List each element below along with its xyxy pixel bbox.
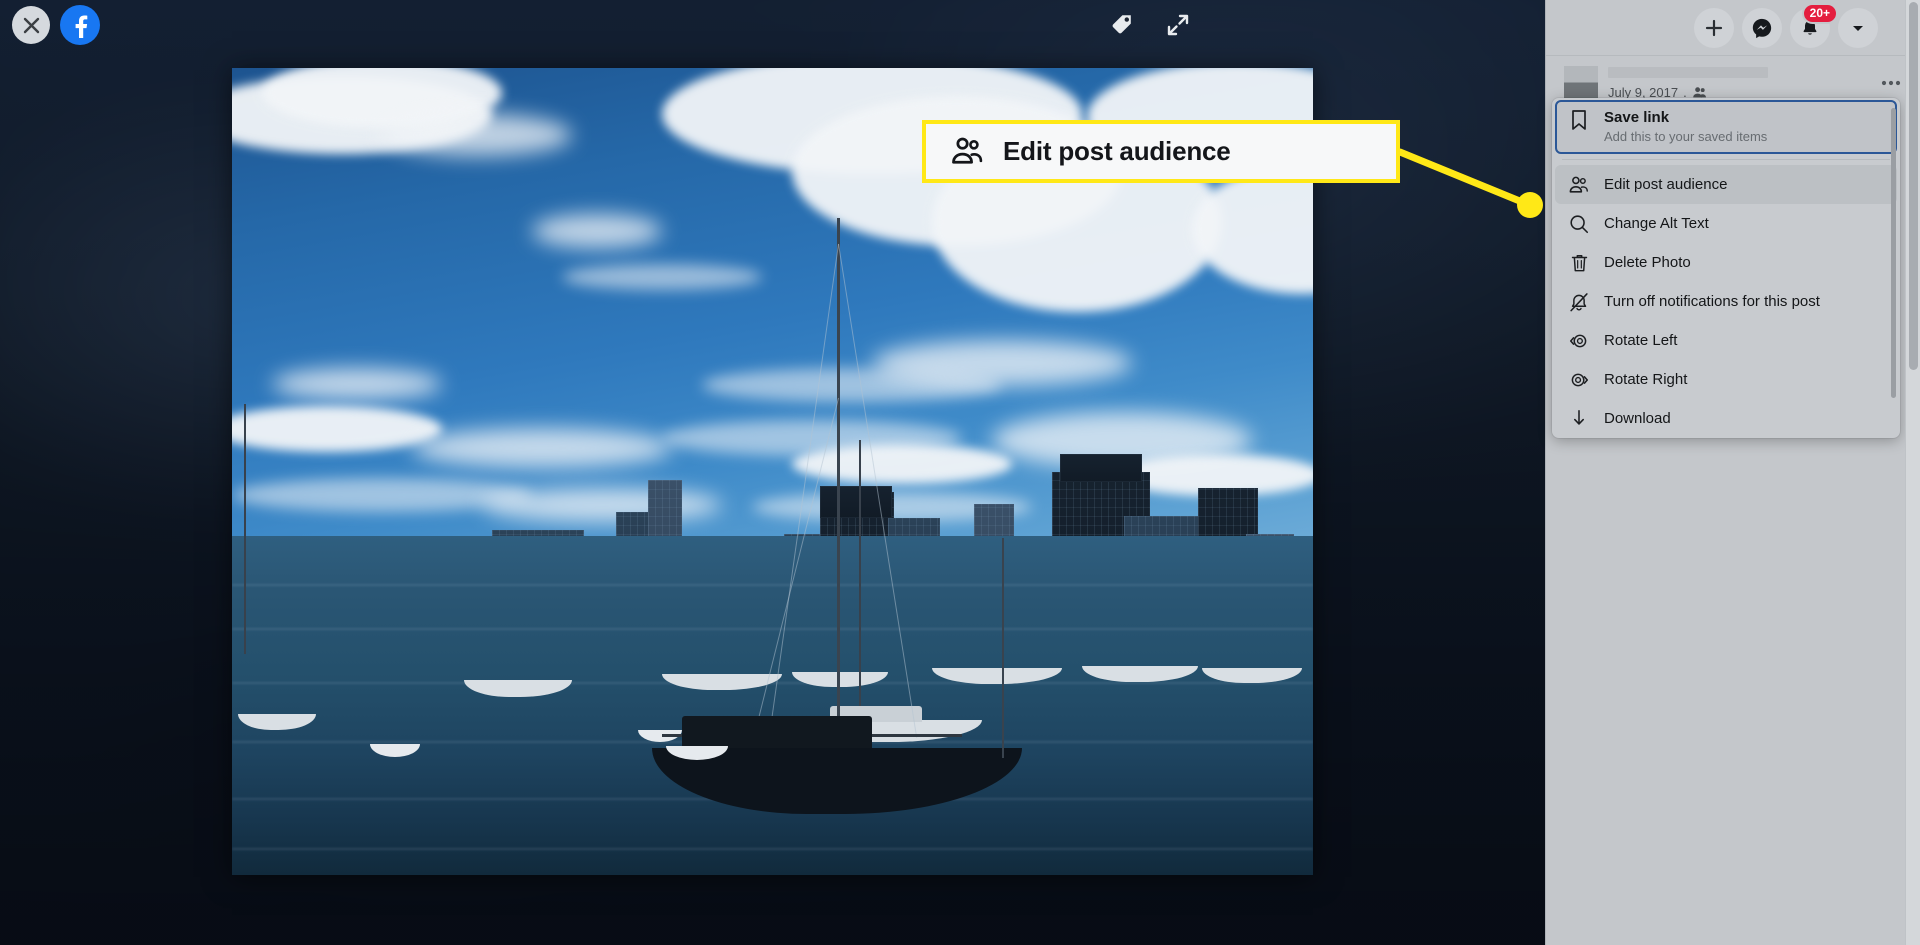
menu-item-label: Save link (1604, 109, 1670, 126)
menu-item-turn-off-notifications[interactable]: Turn off notifications for this post (1555, 282, 1897, 321)
menu-item-label: Edit post audience (1604, 176, 1728, 193)
download-arrow-icon (1567, 407, 1591, 431)
page-scrollbar[interactable] (1905, 0, 1920, 945)
chevron-down-account-icon (1853, 25, 1863, 31)
menu-item-rotate-left[interactable]: Rotate Left (1555, 321, 1897, 360)
menu-item-label: Rotate Right (1604, 371, 1688, 388)
menu-item-label: Rotate Left (1604, 332, 1678, 349)
friends-audience-icon (952, 137, 983, 164)
photo-frame[interactable] (232, 68, 1313, 875)
menu-divider (1562, 159, 1890, 160)
close-photo-button[interactable] (12, 6, 50, 44)
rotate-right-icon (1567, 368, 1591, 392)
friends-audience-icon (1567, 173, 1591, 197)
menu-item-edit-post-audience[interactable]: Edit post audience (1555, 165, 1897, 204)
ellipsis-options-icon (1881, 80, 1901, 86)
menu-item-label: Turn off notifications for this post (1604, 293, 1820, 310)
menu-item-download[interactable]: Download (1555, 399, 1897, 438)
post-options-menu: Save link Add this to your saved items E… (1552, 98, 1900, 438)
menu-item-sublabel: Add this to your saved items (1604, 129, 1768, 144)
fullscreen-button[interactable] (1159, 6, 1197, 44)
post-author-name (1608, 66, 1768, 78)
harbor-photo (232, 68, 1313, 875)
menu-item-change-alt-text[interactable]: Change Alt Text (1555, 204, 1897, 243)
menu-scrollbar[interactable] (1891, 108, 1896, 398)
menu-item-text: Save link Add this to your saved items (1604, 108, 1767, 145)
rotate-left-icon (1567, 329, 1591, 353)
tag-photo-button[interactable] (1104, 6, 1142, 44)
notifications-badge: 20+ (1801, 2, 1838, 24)
menu-item-label: Delete Photo (1604, 254, 1691, 271)
expand-fullscreen-icon (1167, 14, 1189, 36)
notifications-button[interactable]: 20+ (1790, 2, 1838, 48)
bookmark-icon (1567, 108, 1591, 132)
account-menu-button[interactable] (1838, 7, 1878, 48)
annotation-callout-label: Edit post audience (1003, 136, 1231, 166)
menu-item-label: Download (1604, 410, 1671, 427)
menu-item-save-link[interactable]: Save link Add this to your saved items (1555, 100, 1897, 154)
post-meta: July 9, 2017 . (1608, 66, 1866, 100)
page-scrollbar-thumb[interactable] (1909, 2, 1918, 370)
facebook-logo-icon (75, 15, 88, 38)
foreground-boat-mast (837, 218, 840, 748)
plus-create-icon (1705, 19, 1723, 36)
menu-item-label: Change Alt Text (1604, 215, 1709, 232)
trash-icon (1567, 251, 1591, 275)
screen-root: 20+ July 9, 2017 . Save link Add this to… (0, 0, 1920, 945)
photo-tag-icon (1112, 15, 1131, 34)
post-options-button[interactable] (1876, 68, 1906, 98)
close-x-icon (23, 17, 39, 33)
magnifier-icon (1567, 212, 1591, 236)
menu-item-delete-photo[interactable]: Delete Photo (1555, 243, 1897, 282)
messenger-button[interactable] (1742, 7, 1782, 48)
post-side-panel: 20+ July 9, 2017 . Save link Add this to… (1545, 0, 1920, 945)
bell-slash-icon (1567, 290, 1591, 314)
messenger-icon (1752, 18, 1772, 38)
facebook-logo-button[interactable] (60, 5, 100, 45)
create-button[interactable] (1694, 7, 1734, 48)
menu-item-rotate-right[interactable]: Rotate Right (1555, 360, 1897, 399)
avatar (1564, 66, 1598, 100)
annotation-callout: Edit post audience (922, 120, 1400, 183)
facebook-topbar: 20+ (1546, 0, 1920, 56)
